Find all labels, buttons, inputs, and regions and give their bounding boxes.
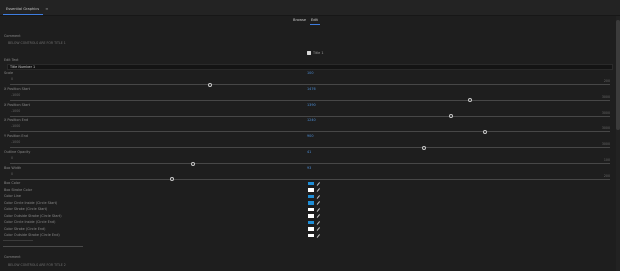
slider-min: 0 [11,77,14,81]
color-label: Box Stroke Color [4,187,33,192]
title-1-checkbox[interactable] [307,51,311,55]
slider-track[interactable] [10,163,610,164]
color-swatch[interactable] [308,220,314,225]
title-1-checkbox-label: Title 1 [313,51,324,55]
slider-min: -1000 [11,108,21,113]
active-tab-indicator [3,14,43,15]
color-swatch[interactable] [308,233,314,238]
panel-tab-bar: Essential Graphics ≡ [0,0,620,16]
comment-value-top: BELOW CONTROLS ARE FOR TITLE 1 [8,41,66,45]
slider-max: 3000 [601,94,610,99]
color-swatch[interactable] [308,214,314,218]
slider-min: 0 [11,156,14,160]
slider-max: 3000 [601,126,610,131]
section-divider-long [3,246,83,247]
comment-value-bottom: BELOW CONTROLS ARE FOR TITLE 2 [8,263,66,267]
eyedropper-icon[interactable] [317,201,320,205]
slider-thumb[interactable] [422,145,426,150]
slider-value[interactable]: 100 [307,71,313,75]
eyedropper-icon[interactable] [317,208,320,212]
slider-label: X Position End [4,118,29,123]
slider-value[interactable]: 41 [307,150,311,154]
slider-value[interactable]: 1240 [307,118,316,122]
color-label: Color Stroke (Circle Start) [4,207,48,211]
slider-max: 100 [603,158,610,162]
eyedropper-icon[interactable] [317,234,320,238]
tab-title: Essential Graphics [6,7,40,11]
slider-value[interactable]: 1476 [307,87,316,91]
slider-min: -1000 [11,140,21,145]
slider-min: -1000 [11,124,21,129]
comment-label-top: Comment [4,34,21,38]
slider-label: Y Position End [4,134,28,139]
color-swatch[interactable] [308,207,314,212]
slider-label: X Position Start [4,86,30,91]
slider-label: Outline Opacity [4,150,31,154]
eyedropper-icon[interactable] [317,221,320,225]
eyedropper-icon[interactable] [317,182,320,186]
color-label: Box Color [4,181,21,185]
slider-track[interactable] [10,131,610,133]
slider-track[interactable] [10,147,610,149]
slider-value[interactable]: 900 [307,134,313,138]
slider-label: X Position Start [4,102,30,107]
color-label: Color Circle Inside (Circle End) [4,220,56,224]
slider-track[interactable] [10,115,610,117]
slider-value[interactable]: 1390 [307,103,316,107]
edit-text-input[interactable]: Title Number 1 [7,64,613,70]
tab-browse[interactable]: Browse [293,18,306,22]
color-swatch[interactable] [308,194,314,199]
edit-text-value: Title Number 1 [10,65,36,69]
slider-track[interactable] [10,178,610,180]
color-swatch[interactable] [308,201,314,205]
active-mode-indicator [310,24,320,25]
tab-edit[interactable]: Edit [311,18,318,22]
slider-max: 200 [603,173,610,178]
color-label: Color Circle Inside (Circle Start) [4,200,58,205]
slider-max: 200 [603,79,610,83]
section-divider [3,240,33,241]
color-label: Color Outside Stroke (Circle End) [4,233,60,237]
slider-track[interactable] [10,84,610,85]
slider-max: 3000 [601,110,610,115]
slider-label: Scale [4,71,14,75]
edit-text-label: Edit Text [4,58,19,62]
color-label: Color Outside Stroke (Circle Start) [4,213,62,218]
slider-thumb[interactable] [191,161,195,166]
color-swatch[interactable] [308,181,314,186]
comment-label-bottom: Comment [4,255,21,259]
eyedropper-icon[interactable] [317,227,320,231]
color-label: Color Stroke (Circle End) [4,226,46,231]
color-swatch[interactable] [308,227,314,231]
eyedropper-icon[interactable] [317,188,320,192]
color-swatch[interactable] [308,188,314,192]
slider-track[interactable] [10,99,610,101]
slider-min: 0 [11,171,14,176]
slider-value[interactable]: 93 [307,166,311,170]
eyedropper-icon[interactable] [317,214,320,218]
slider-min: -1000 [11,92,21,97]
eyedropper-icon[interactable] [317,195,320,199]
slider-thumb[interactable] [207,82,212,87]
color-label: Color Line [4,194,21,198]
slider-label: Box Width [4,165,22,170]
scrollbar-thumb[interactable] [616,20,620,130]
slider-max: 3000 [601,142,610,147]
tab-menu-icon[interactable]: ≡ [45,7,48,11]
